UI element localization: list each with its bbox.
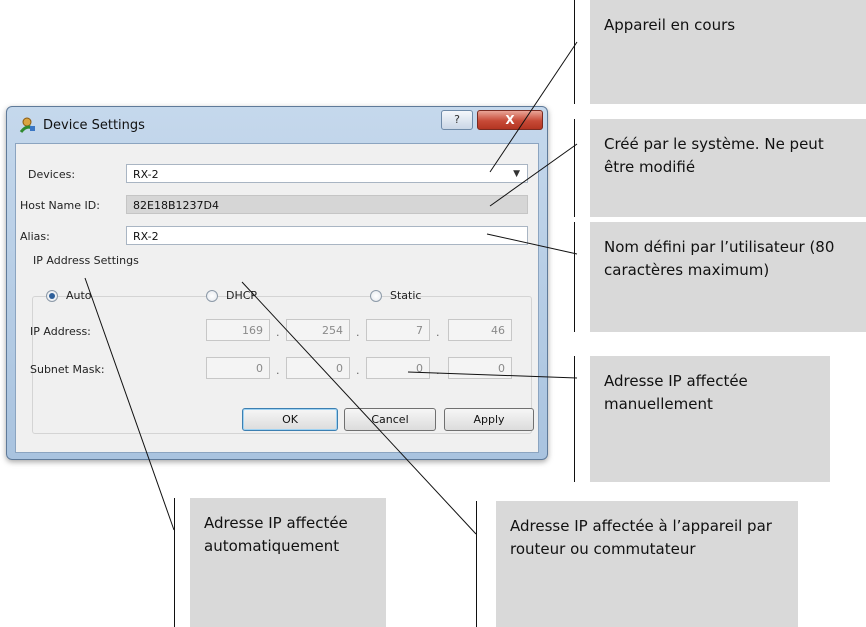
leader-lines (84, 41, 578, 535)
leader-static (407, 371, 578, 379)
leader-dhcp (241, 281, 477, 535)
leader-alias (486, 233, 578, 255)
leader-auto (84, 277, 175, 531)
leader-device (489, 41, 578, 173)
